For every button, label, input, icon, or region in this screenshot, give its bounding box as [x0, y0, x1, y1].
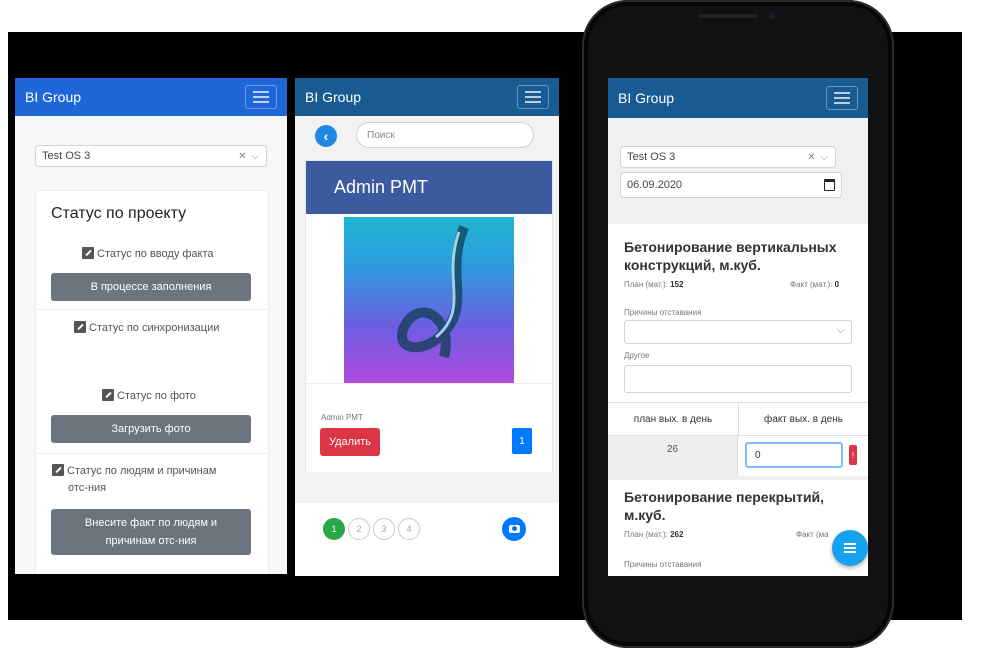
divider	[36, 453, 268, 454]
fact2: Факт (ма	[796, 530, 829, 539]
fill-status-button[interactable]: В процессе заполнения	[51, 273, 251, 301]
date-value: 06.09.2020	[627, 179, 683, 191]
th-fact: факт вых. в день	[739, 403, 868, 436]
status-photo-label: Статус по фото	[117, 390, 196, 402]
admin-card-title: Admin PMT	[334, 177, 429, 197]
search-input[interactable]: Поиск	[356, 122, 534, 148]
project-select[interactable]: Test OS 3 ✕ ⌵	[35, 145, 267, 167]
section1-title: Бетонирование вертикальных конструкций, …	[624, 238, 860, 274]
admin-caption: Admin PMT	[321, 413, 363, 422]
plan2-value: 262	[670, 530, 684, 539]
pagination: 1 2 3 4	[323, 518, 420, 540]
date-input[interactable]: 06.09.2020	[620, 172, 842, 198]
people-fact-button[interactable]: Внесите факт по людям и причинам отс-ния	[51, 509, 251, 555]
menu-toggle-icon[interactable]	[245, 85, 277, 109]
admin-card: Admin PMT Admin PMT Удалить 1	[305, 160, 553, 472]
other-label: Другое	[624, 351, 650, 360]
wave-graphic	[397, 225, 469, 359]
section2-title-line1: Бетонирование перекрытий,	[624, 489, 825, 505]
plan1-label: План (мат.):	[624, 280, 668, 289]
section2-title-line2: м.куб.	[624, 507, 666, 523]
page-2[interactable]: 2	[348, 518, 370, 540]
right-navbar: BI Group	[608, 78, 868, 118]
warning-badge: !	[849, 445, 857, 465]
chevron-left-icon: ‹	[323, 128, 329, 144]
left-navbar: BI Group	[15, 78, 287, 116]
plan2-label: План (мат.):	[624, 530, 668, 539]
reasons-select[interactable]: ⌵	[624, 320, 852, 344]
section2-title: Бетонирование перекрытий, м.куб.	[624, 488, 824, 524]
list-icon	[844, 543, 856, 553]
chevron-down-icon: ⌵	[836, 324, 845, 336]
clear-chevron-icon[interactable]: ✕ ⌵	[238, 151, 260, 162]
count-badge[interactable]: 1	[512, 428, 532, 454]
status-people: Статус по людям и причинам отс-ния	[52, 463, 257, 497]
page-1[interactable]: 1	[323, 518, 345, 540]
other-input[interactable]	[624, 365, 852, 393]
fact1-value: 0	[834, 280, 840, 289]
admin-photo[interactable]	[344, 217, 514, 383]
work-section-2: Бетонирование перекрытий, м.куб. План (м…	[608, 480, 868, 576]
middle-screen: BI Group ‹ Поиск Admin PMT Admin PMT Уда…	[295, 78, 559, 576]
fact1-label: Факт (мат.):	[790, 280, 833, 289]
project-select-value: Test OS 3	[42, 150, 91, 162]
menu-toggle-icon[interactable]	[517, 85, 549, 109]
status-fact-label: Статус по вводу факта	[97, 248, 214, 260]
admin-card-header: Admin PMT	[306, 161, 552, 214]
people-fact-button-line2: причинам отс-ния	[105, 535, 197, 547]
camera-button[interactable]	[502, 517, 526, 541]
reasons-label: Причины отставания	[624, 308, 702, 317]
brand-logo[interactable]: BI Group	[25, 89, 81, 105]
right-screen: BI Group Test OS 3 ✕ ⌵ 06.09.2020 Бетони…	[608, 78, 868, 576]
edit-icon	[52, 464, 64, 476]
page-3[interactable]: 3	[373, 518, 395, 540]
mid-navbar: BI Group	[295, 78, 559, 116]
status-fact: Статус по вводу факта	[82, 247, 214, 260]
project-select[interactable]: Test OS 3 ✕ ⌵	[620, 146, 836, 168]
status-card: Статус по проекту Статус по вводу факта …	[35, 190, 269, 574]
plan1-value: 152	[670, 280, 684, 289]
project-select-value: Test OS 3	[627, 151, 676, 163]
clear-chevron-icon[interactable]: ✕ ⌵	[807, 152, 829, 163]
status-people-label: Статус по людям и причинам	[67, 465, 217, 477]
td-plan: 26	[608, 436, 738, 477]
status-photo: Статус по фото	[102, 389, 196, 402]
section1-title-line1: Бетонирование вертикальных	[624, 239, 837, 255]
fact-per-day-value: 0	[755, 449, 761, 461]
fact1: Факт (мат.): 0	[790, 280, 839, 289]
brand-logo[interactable]: BI Group	[305, 89, 361, 105]
edit-icon	[82, 247, 94, 259]
output-table: план вых. в день факт вых. в день 26 0 !	[608, 402, 868, 477]
people-fact-button-line1: Внесите факт по людям и	[84, 517, 218, 529]
search-placeholder: Поиск	[367, 129, 395, 141]
th-plan: план вых. в день	[608, 403, 739, 436]
fact-per-day-input[interactable]: 0	[745, 442, 843, 468]
plan2: План (мат.): 262	[624, 530, 683, 539]
phone-camera	[768, 12, 775, 19]
delete-button[interactable]: Удалить	[320, 428, 380, 456]
calendar-icon[interactable]	[824, 179, 835, 191]
brand-logo[interactable]: BI Group	[618, 90, 674, 106]
left-screen: BI Group Test OS 3 ✕ ⌵ Статус по проекту…	[15, 78, 287, 574]
menu-toggle-icon[interactable]	[826, 86, 858, 110]
status-people-label-2: отс-ния	[68, 482, 107, 494]
work-section-1: Бетонирование вертикальных конструкций, …	[608, 224, 868, 477]
phone-speaker	[698, 14, 758, 18]
divider	[36, 309, 268, 310]
page-4[interactable]: 4	[398, 518, 420, 540]
camera-icon	[508, 525, 520, 533]
back-button[interactable]: ‹	[315, 125, 337, 147]
card-title: Статус по проекту	[51, 205, 187, 222]
plan1: План (мат.): 152	[624, 280, 683, 289]
fab-menu-button[interactable]	[832, 530, 868, 566]
status-sync: Статус по синхронизации	[74, 321, 219, 334]
edit-icon	[102, 389, 114, 401]
section1-title-line2: конструкций, м.куб.	[624, 257, 761, 273]
reasons-label-2: Причины отставания	[624, 560, 702, 569]
status-sync-label: Статус по синхронизации	[89, 322, 220, 334]
upload-photo-button[interactable]: Загрузить фото	[51, 415, 251, 443]
edit-icon	[74, 321, 86, 333]
